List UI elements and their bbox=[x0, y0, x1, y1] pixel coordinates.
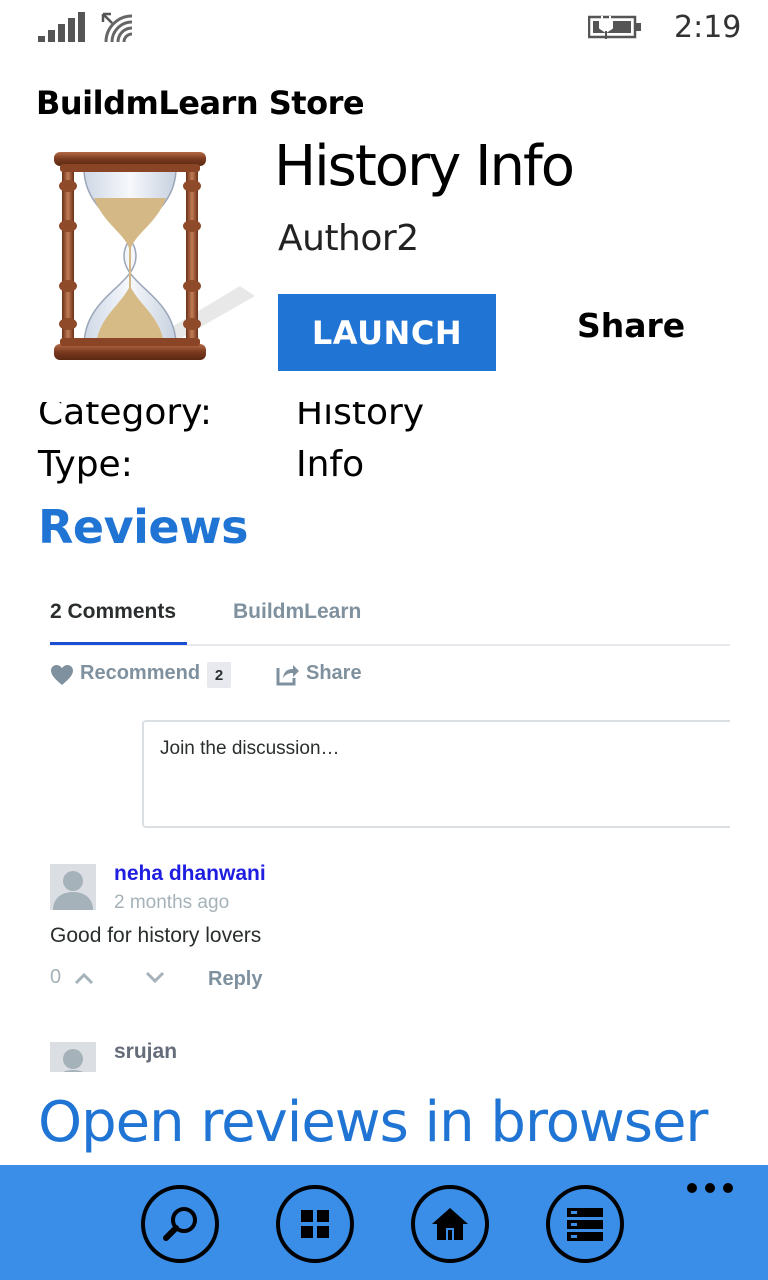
comment-author[interactable]: neha dhanwani bbox=[114, 862, 266, 886]
apps-button[interactable] bbox=[276, 1185, 354, 1263]
search-button[interactable] bbox=[141, 1185, 219, 1263]
list-icon bbox=[567, 1208, 603, 1241]
type-value: Info bbox=[296, 444, 365, 485]
heart-icon[interactable] bbox=[50, 664, 74, 686]
tab-community[interactable]: BuildmLearn bbox=[233, 600, 361, 624]
comment-text: Good for history lovers bbox=[50, 924, 262, 947]
comment-placeholder: Join the discussion… bbox=[160, 738, 340, 759]
wifi-icon bbox=[101, 12, 133, 43]
share-icon[interactable] bbox=[276, 662, 300, 686]
battery-icon bbox=[588, 15, 641, 39]
comments-share-button[interactable]: Share bbox=[306, 662, 362, 685]
comment-timestamp[interactable]: 2 months ago bbox=[114, 892, 229, 914]
home-icon bbox=[432, 1208, 468, 1240]
recommend-button[interactable]: Recommend bbox=[80, 662, 200, 685]
downvote-icon[interactable] bbox=[145, 970, 165, 986]
app-bar bbox=[0, 1165, 768, 1280]
comment-votes: 0 Reply bbox=[50, 966, 350, 996]
reply-button[interactable]: Reply bbox=[208, 968, 262, 991]
category-label: Category: bbox=[38, 402, 212, 433]
launch-button[interactable]: LAUNCH bbox=[278, 294, 496, 371]
more-dots-icon[interactable] bbox=[686, 1181, 734, 1195]
type-label: Type: bbox=[38, 444, 133, 485]
app-name: History Info bbox=[274, 134, 575, 199]
active-tab-indicator bbox=[50, 642, 187, 645]
vote-count: 0 bbox=[50, 966, 62, 988]
avatar[interactable] bbox=[50, 1042, 96, 1072]
user-avatar-icon bbox=[50, 1042, 96, 1072]
clock: 2:19 bbox=[674, 10, 742, 45]
home-button[interactable] bbox=[411, 1185, 489, 1263]
list-button[interactable] bbox=[546, 1185, 624, 1263]
comment-author[interactable]: srujan bbox=[114, 1040, 177, 1064]
signal-icon bbox=[38, 12, 85, 42]
app-title: BuildmLearn Store bbox=[36, 84, 365, 122]
comments-tabs: 2 Comments BuildmLearn bbox=[50, 590, 730, 646]
hourglass-icon bbox=[54, 152, 255, 360]
app-info: Category: History Type: Info bbox=[0, 402, 768, 498]
upvote-icon[interactable] bbox=[74, 970, 94, 986]
category-value: History bbox=[296, 402, 425, 433]
tab-comments[interactable]: 2 Comments bbox=[50, 600, 176, 624]
status-bar: 2:19 bbox=[0, 0, 768, 58]
comment-actions: Recommend 2 Share bbox=[50, 660, 730, 690]
reviews-heading: Reviews bbox=[38, 500, 248, 554]
search-icon bbox=[163, 1207, 197, 1241]
open-reviews-in-browser-link[interactable]: Open reviews in browser bbox=[38, 1090, 708, 1155]
share-button[interactable]: Share bbox=[577, 306, 685, 345]
recommend-count: 2 bbox=[207, 662, 231, 688]
comment-input[interactable]: Join the discussion… bbox=[142, 720, 730, 828]
avatar[interactable] bbox=[50, 864, 96, 910]
author-name: Author2 bbox=[278, 218, 419, 259]
apps-grid-icon bbox=[301, 1210, 329, 1238]
comments-panel[interactable]: 2 Comments BuildmLearn Recommend 2 Share… bbox=[50, 590, 730, 1072]
user-avatar-icon bbox=[50, 864, 96, 910]
